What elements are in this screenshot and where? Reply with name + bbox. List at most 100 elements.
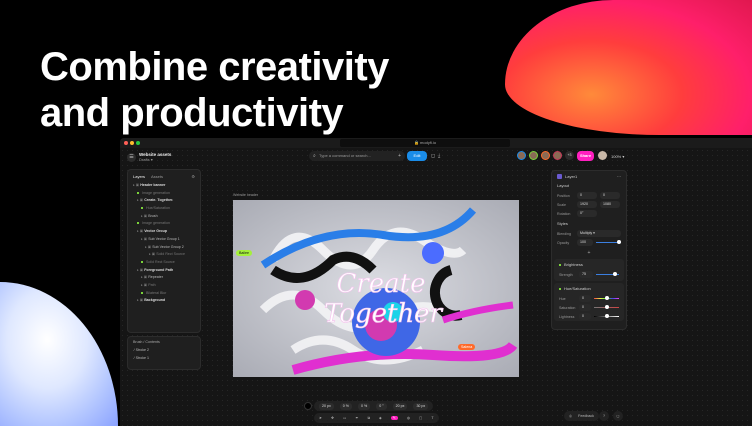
close-window-button[interactable] [124, 141, 128, 145]
rotation-field[interactable]: 0° [577, 210, 597, 217]
browser-titlebar: 🔒 modyfi.io [120, 138, 752, 148]
lightness-field[interactable]: 0 [579, 313, 591, 320]
select-tool-icon[interactable]: ➤ [319, 416, 322, 420]
collaborator-avatar[interactable] [529, 151, 538, 160]
layer-label: Solid Rect Source [146, 259, 175, 264]
blending-label: Blending [557, 231, 571, 236]
layer-item[interactable]: Bilateral Blur [131, 290, 197, 298]
scale-h-field[interactable]: 1080 [600, 201, 620, 208]
layer-item[interactable]: Image generation [131, 220, 197, 228]
layer-effect-icon [141, 260, 143, 263]
tool-property-field[interactable]: 20 px [392, 402, 408, 410]
collaborator-avatar[interactable] [553, 151, 562, 160]
layer-item[interactable]: ▸ ▣ Brush [131, 213, 197, 221]
layer-item[interactable]: ▸ ▣ Foreground Path [131, 267, 197, 275]
layer-label: Hue/Saturation [146, 206, 170, 211]
share-button[interactable]: Share [577, 151, 594, 161]
tool-property-field[interactable]: 0 % [358, 402, 371, 410]
stroke-label: Stroke 2 [135, 348, 149, 352]
layer-icon [557, 174, 562, 179]
layer-item[interactable]: ▸ ▣ Sub Vector Group 2 [131, 244, 197, 252]
layer-item[interactable]: ▸ ▣ Solid Rect Source [131, 251, 197, 259]
feedback-button[interactable]: ◎ Feedback [564, 411, 599, 421]
project-folder-dropdown[interactable]: Drafts ▾ [139, 157, 171, 162]
saturation-slider[interactable] [594, 305, 619, 310]
stroke-label: Stroke 1 [135, 355, 149, 360]
app-window: 🔒 modyfi.io ☰ Website assets Drafts ▾ ⌕ T… [120, 138, 752, 426]
strength-field[interactable]: 75 [579, 271, 593, 278]
layer-item[interactable]: ▸ ▣ Create. Together. [131, 197, 197, 205]
settings-icon[interactable]: ⚙ [191, 174, 195, 179]
blending-select[interactable]: Multiply ▾ [577, 230, 621, 237]
fill-tool-icon[interactable]: ◍ [407, 416, 410, 420]
hue-slider[interactable] [594, 296, 619, 301]
pen-tool-icon[interactable]: ✒ [355, 416, 358, 420]
tool-property-field[interactable]: 30 px [413, 402, 429, 410]
command-search-input[interactable]: ⌕ Type a command or search... + [309, 151, 405, 161]
layer-item[interactable]: Hue/Saturation [131, 205, 197, 213]
lightness-slider[interactable] [594, 314, 619, 319]
layer-item[interactable]: ▸ ▣ Sub Vector Group 1 [131, 236, 197, 244]
layers-tool-icon[interactable]: ◈ [379, 416, 382, 420]
hue-field[interactable]: 0 [579, 295, 591, 302]
scale-w-field[interactable]: 1920 [577, 201, 597, 208]
collaborator-avatar[interactable] [541, 151, 550, 160]
user-avatar[interactable] [598, 151, 607, 160]
brush-tool-icon[interactable]: ✎ [390, 416, 398, 420]
opacity-slider[interactable] [596, 240, 621, 245]
saturation-value: 0 [582, 305, 584, 309]
feedback-label: Feedback [578, 414, 594, 418]
stroke-item[interactable]: ⁄ Stroke 1 [128, 355, 200, 363]
stroke-item[interactable]: ⁄ Stroke 2 [128, 347, 200, 355]
saturation-field[interactable]: 0 [579, 304, 591, 311]
menu-button[interactable]: ☰ [127, 152, 136, 162]
zoom-level[interactable]: 100% ▾ [611, 154, 624, 159]
inspector-title: Layer1 [565, 174, 578, 179]
layer-label: Solid Rect Source [156, 252, 185, 257]
layer-item[interactable]: ▸ ▣ Path [131, 282, 197, 290]
opacity-value: 100 [580, 240, 586, 244]
layer-item[interactable]: ▸ ▣ Background [131, 297, 197, 305]
edit-button[interactable]: Edit [407, 151, 427, 161]
move-tool-icon[interactable]: ✥ [331, 416, 334, 420]
plus-icon[interactable]: + [398, 151, 401, 161]
canvas-artwork[interactable]: Create Together [233, 200, 519, 377]
layer-effect-icon [137, 191, 139, 194]
collaborator-avatar[interactable] [517, 151, 526, 160]
layer-item[interactable]: Image generation [131, 190, 197, 198]
tab-assets[interactable]: Assets [151, 174, 163, 179]
chat-button[interactable]: ◻ [613, 411, 623, 421]
tool-property-field[interactable]: 20 px [319, 402, 334, 410]
frame-tool-icon[interactable]: ▭ [343, 416, 346, 420]
layer-label: Brush [148, 213, 158, 218]
tab-layers[interactable]: Layers [133, 174, 145, 179]
minimize-window-button[interactable] [130, 141, 134, 145]
more-icon[interactable]: ⋯ [617, 174, 621, 179]
lightness-label: Lightness [559, 314, 575, 319]
add-effect-button[interactable]: + [552, 250, 626, 256]
opacity-field[interactable]: 100 [577, 239, 593, 246]
text-tool-icon[interactable]: T [431, 416, 433, 420]
brush-contents-panel: Brush / Contents ⁄ Stroke 2 ⁄ Stroke 1 [127, 336, 201, 370]
tool-property-field[interactable]: 0 % [339, 402, 352, 410]
maximize-window-button[interactable] [136, 141, 140, 145]
layer-item[interactable]: ▸ ▣ Header banner [131, 182, 197, 190]
color-swatch[interactable] [304, 402, 312, 410]
download-icon[interactable]: ⤓ [438, 153, 440, 159]
crop-tool-icon[interactable]: ⧉ [367, 416, 370, 420]
shape-tool-icon[interactable]: ▢ [419, 416, 422, 420]
x-value: 0 [580, 193, 582, 197]
help-button[interactable]: ? [599, 411, 609, 421]
layer-item[interactable]: Solid Rect Source [131, 259, 197, 267]
layer-label: Image generation [142, 190, 170, 195]
art-title-together: Together [324, 299, 444, 329]
layer-item[interactable]: ▸ ▣ Vector Group [131, 228, 197, 236]
layer-item[interactable]: ▸ ▣ Repeater [131, 274, 197, 282]
position-x-field[interactable]: 0 [577, 192, 597, 199]
comment-icon[interactable]: ◻ [431, 153, 435, 159]
tool-property-field[interactable]: 0 ° [376, 402, 387, 410]
position-y-field[interactable]: 0 [600, 192, 620, 199]
more-collaborators[interactable]: +3 [565, 151, 574, 160]
strength-slider[interactable] [596, 272, 619, 277]
url-bar[interactable]: 🔒 modyfi.io [340, 139, 510, 147]
